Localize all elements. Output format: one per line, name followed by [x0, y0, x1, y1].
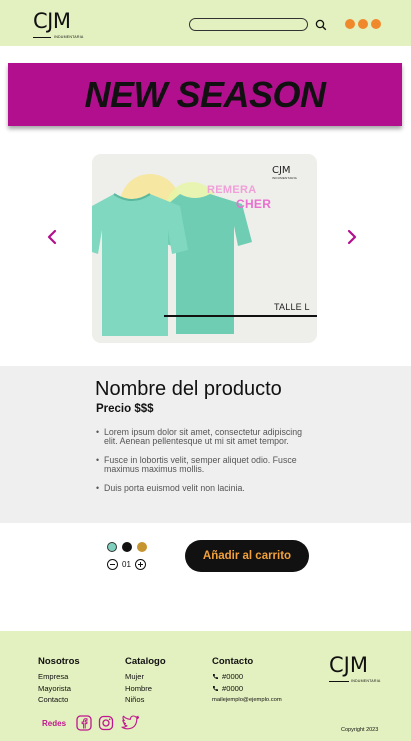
footer-col-contacto: Contacto #0000 #0000 mailejemplo@ejemplo… [212, 656, 282, 706]
size-underline [164, 315, 317, 317]
logo-text: CJM [33, 9, 71, 33]
phone-row[interactable]: #0000 [212, 671, 282, 683]
footer-link[interactable]: Hombre [125, 683, 166, 695]
plus-icon[interactable] [134, 559, 146, 570]
brand-logo[interactable]: CJM INDUMENTARIA [33, 10, 85, 40]
menu-dots-icon[interactable] [345, 19, 381, 29]
product-brand-line1: REMERA [207, 184, 257, 196]
new-season-banner: NEW SEASON [8, 63, 402, 126]
product-brand-line2: CHER [236, 197, 272, 211]
phone-icon [213, 685, 218, 691]
phone-icon [213, 674, 218, 680]
footer-col-title: Nosotros [38, 656, 80, 667]
search-input[interactable] [189, 18, 308, 31]
menu-dot [371, 19, 381, 29]
chevron-right-icon[interactable] [344, 228, 360, 246]
color-options [107, 542, 147, 552]
card-logo-subtitle: INDUMENTARIA [272, 176, 298, 180]
quantity-stepper: 01 [107, 559, 146, 570]
top-header: CJM INDUMENTARIA [0, 0, 411, 46]
menu-dot [358, 19, 368, 29]
banner-title: NEW SEASON [84, 73, 326, 115]
footer-col-nosotros: Nosotros Empresa Mayorista Contacto [38, 656, 80, 706]
phone-number: #0000 [222, 672, 244, 681]
search-icon[interactable] [315, 18, 327, 31]
phone-row[interactable]: #0000 [212, 683, 282, 695]
footer-logo-subtitle: INDUMENTARIA [351, 679, 381, 683]
footer-logo-text: CJM [329, 653, 368, 677]
instagram-icon[interactable] [98, 715, 114, 731]
footer-logo[interactable]: CJM INDUMENTARIA [329, 653, 383, 683]
color-swatch-mint[interactable] [107, 542, 117, 552]
twitter-icon[interactable] [121, 715, 140, 731]
footer-col-title: Contacto [212, 656, 254, 667]
description-item: Lorem ipsum dolor sit amet, consectetur … [96, 427, 316, 447]
minus-icon[interactable] [107, 559, 118, 570]
footer-link[interactable]: Niños [125, 694, 166, 706]
card-logo: CJM INDUMENTARIA [272, 165, 297, 180]
menu-dot [345, 19, 355, 29]
color-swatch-mustard[interactable] [137, 542, 147, 552]
chevron-left-icon[interactable] [44, 228, 60, 246]
contact-email[interactable]: mailejemplo@ejemplo.com [212, 695, 282, 706]
phone-number: #0000 [222, 683, 244, 693]
footer-col-catalogo: Catalogo Mujer Hombre Niños [125, 656, 166, 706]
footer-logo-rule [329, 681, 349, 682]
footer-col-title: Catalogo [125, 656, 166, 667]
product-info-panel: Nombre del producto Precio $$$ Lorem ips… [0, 366, 411, 523]
quantity-value: 01 [122, 560, 131, 569]
logo-rule [33, 37, 51, 38]
product-name: Nombre del producto [95, 378, 282, 400]
copyright-text: Copyright 2023 [341, 727, 379, 733]
social-label: Redes [42, 719, 67, 728]
footer-link[interactable]: Mujer [125, 671, 166, 683]
product-image-card[interactable]: CJM INDUMENTARIA REMERA CHER TALLE L [92, 154, 317, 343]
logo-subtitle: INDUMENTARIA [54, 35, 84, 39]
description-item: Duis porta euismod velit non lacinia. [96, 483, 316, 494]
color-swatch-black[interactable] [122, 542, 132, 552]
footer-link[interactable]: Mayorista [38, 683, 80, 695]
add-to-cart-button[interactable]: Añadir al carrito [185, 540, 309, 572]
product-price: Precio $$$ [96, 403, 154, 415]
card-logo-text: CJM [272, 165, 291, 176]
footer-link[interactable]: Contacto [38, 694, 80, 706]
size-label: TALLE L [274, 302, 310, 312]
footer-link[interactable]: Empresa [38, 671, 80, 683]
product-description-list: Lorem ipsum dolor sit amet, consectetur … [96, 427, 316, 502]
site-footer: Nosotros Empresa Mayorista Contacto Cata… [0, 631, 411, 741]
description-item: Fusce in lobortis velit, semper aliquet … [96, 455, 316, 475]
facebook-icon[interactable] [76, 715, 92, 731]
